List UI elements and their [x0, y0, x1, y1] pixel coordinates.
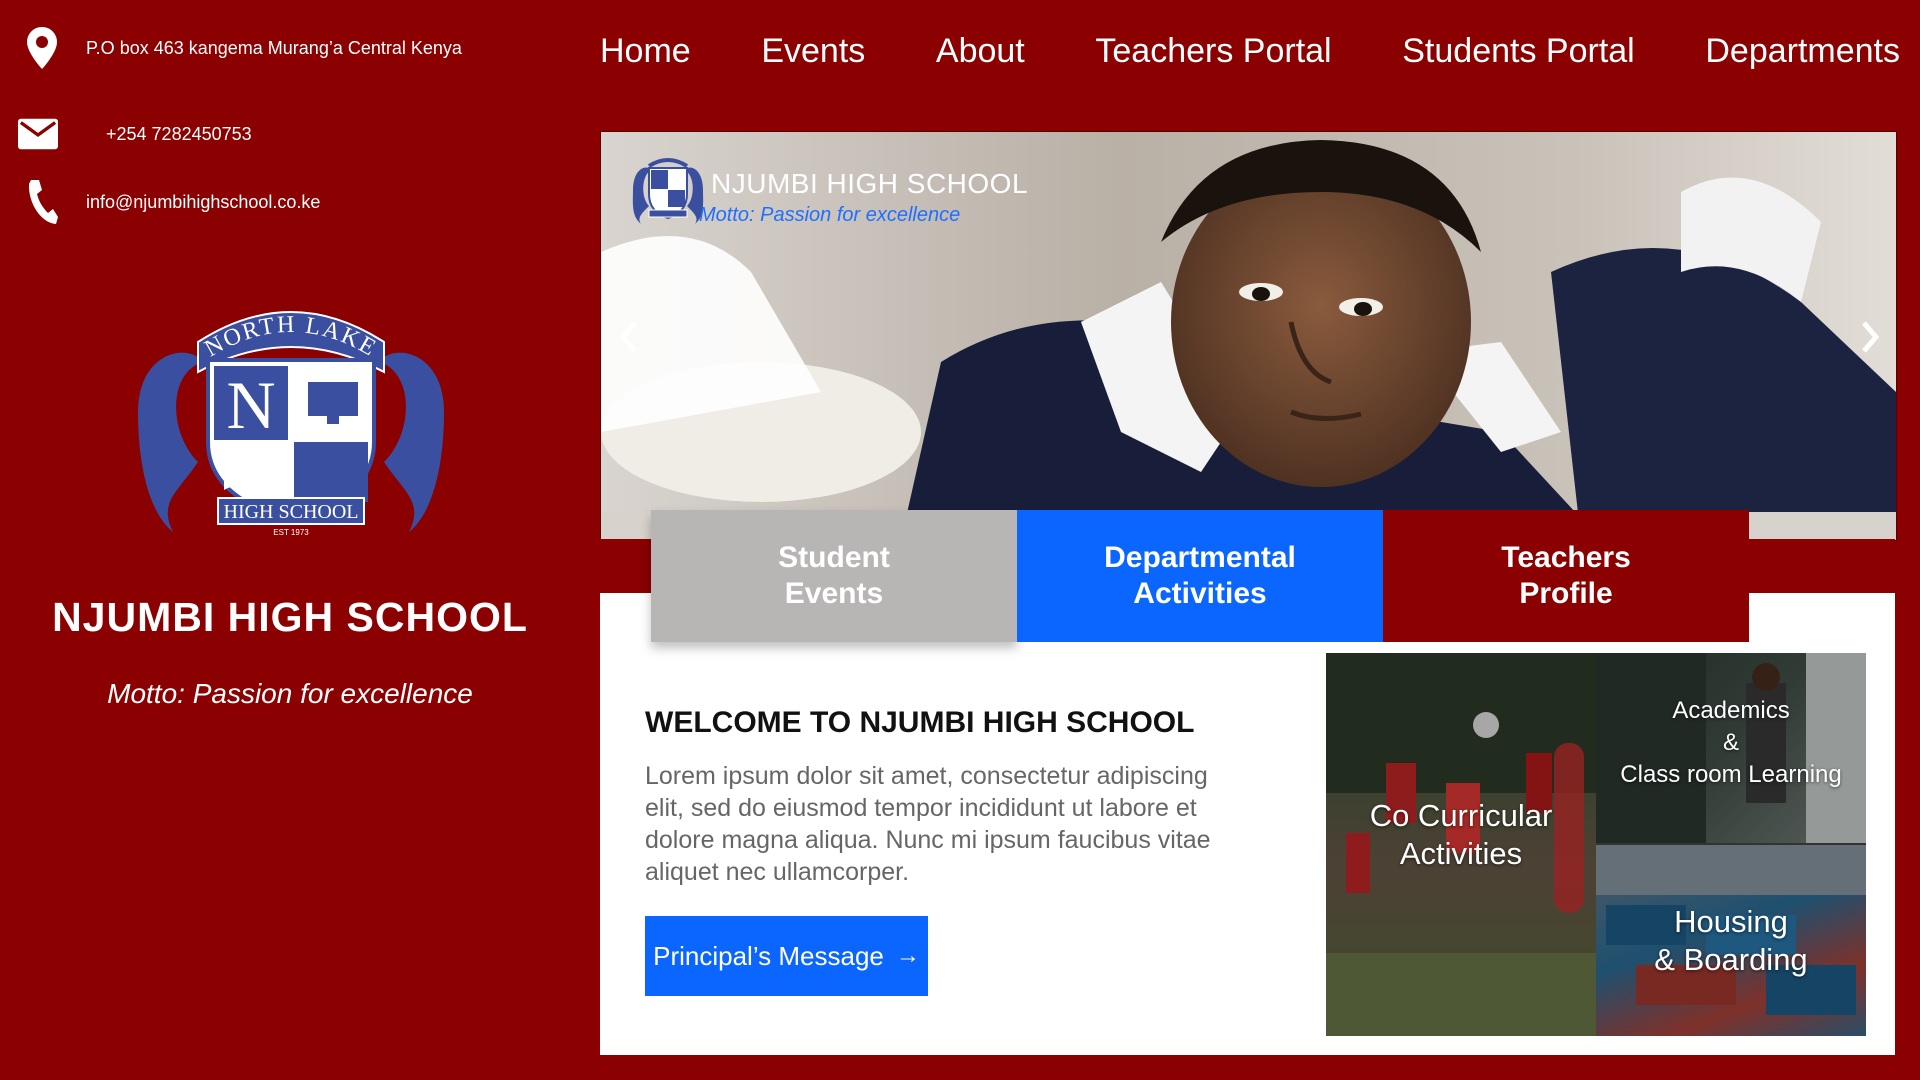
phone-text[interactable]: +254 7282450753 [106, 124, 252, 145]
nav-events[interactable]: Events [761, 32, 865, 82]
tab-label-line2: Events [784, 577, 884, 610]
hero-crest-logo [632, 158, 704, 224]
main-nav: Home Events About Teachers Portal Studen… [600, 32, 1900, 82]
tile-label-line2: Activities [1399, 835, 1523, 871]
school-name: NJUMBI HIGH SCHOOL [52, 594, 528, 640]
gallery-grid: Co Curricular Activities Academics & Cla… [1326, 653, 1866, 1036]
nav-home[interactable]: Home [600, 32, 691, 82]
crest-banner-text: HIGH SCHOOL [224, 501, 359, 523]
tile-housing-boarding[interactable]: Housing & Boarding [1596, 845, 1866, 1036]
chevron-right-icon [1862, 321, 1880, 353]
nav-departments[interactable]: Departments [1705, 32, 1900, 82]
hero-carousel: NJUMBI HIGH SCHOOL Motto: Passion for ex… [600, 131, 1897, 541]
tile-label-line2: & Boarding [1654, 941, 1808, 977]
tile-label-line2: & [1722, 729, 1739, 756]
carousel-next-arrow[interactable] [1850, 312, 1890, 362]
tile-label-line1: Co Curricular [1369, 797, 1553, 833]
tab-label-line1: Student [778, 541, 890, 574]
tab-label-line2: Activities [1133, 577, 1267, 610]
tab-departmental-activities[interactable]: Departmental Activities [1017, 510, 1383, 642]
contact-email: info@njumbihighschool.co.ke [22, 180, 320, 224]
tile-academics[interactable]: Academics & Class room Learning [1596, 653, 1866, 843]
principals-message-button[interactable]: Principal’s Message → [645, 916, 928, 996]
location-pin-icon [22, 26, 62, 70]
contact-address: P.O box 463 kangema Murang’a Central Ken… [22, 26, 462, 70]
tab-label-line2: Profile [1519, 577, 1613, 610]
tab-student-events[interactable]: Student Events [651, 510, 1017, 642]
school-motto: Motto: Passion for excellence [107, 678, 473, 709]
tile-co-curricular[interactable]: Co Curricular Activities [1326, 653, 1596, 1036]
envelope-icon [18, 112, 58, 156]
nav-students-portal[interactable]: Students Portal [1402, 32, 1634, 82]
tab-label-line1: Teachers [1501, 541, 1631, 574]
tile-label-line1: Academics [1672, 697, 1790, 724]
phone-icon [22, 180, 62, 224]
tile-label-line1: Housing [1674, 903, 1788, 939]
crest-est-text: EST 1973 [273, 528, 309, 537]
carousel-prev-arrow[interactable] [609, 312, 649, 362]
hero-motto: Motto: Passion for excellence [699, 204, 961, 226]
crest-letter-n: N [226, 367, 275, 443]
school-crest-logo: NORTH LAKE N L HIGH SCHOOL EST 1973 [138, 311, 444, 537]
chevron-left-icon [619, 321, 637, 353]
principals-message-label: Principal’s Message [653, 940, 884, 971]
hero-title: NJUMBI HIGH SCHOOL [711, 168, 1029, 199]
nav-about[interactable]: About [936, 32, 1025, 82]
nav-teachers-portal[interactable]: Teachers Portal [1095, 32, 1331, 82]
address-text: P.O box 463 kangema Murang’a Central Ken… [86, 37, 462, 58]
welcome-title: WELCOME TO NJUMBI HIGH SCHOOL [645, 706, 1195, 739]
tab-label-line1: Departmental [1104, 541, 1296, 574]
tab-teachers-profile[interactable]: Teachers Profile [1383, 510, 1749, 642]
arrow-right-icon: → [895, 942, 920, 969]
contact-phone: +254 7282450753 [18, 112, 252, 156]
sidebar: P.O box 463 kangema Murang’a Central Ken… [0, 0, 580, 1080]
tile-label-line3: Class room Learning [1620, 761, 1842, 788]
email-text[interactable]: info@njumbihighschool.co.ke [86, 192, 320, 213]
welcome-body: Lorem ipsum dolor sit amet, consectetur … [645, 762, 1211, 886]
